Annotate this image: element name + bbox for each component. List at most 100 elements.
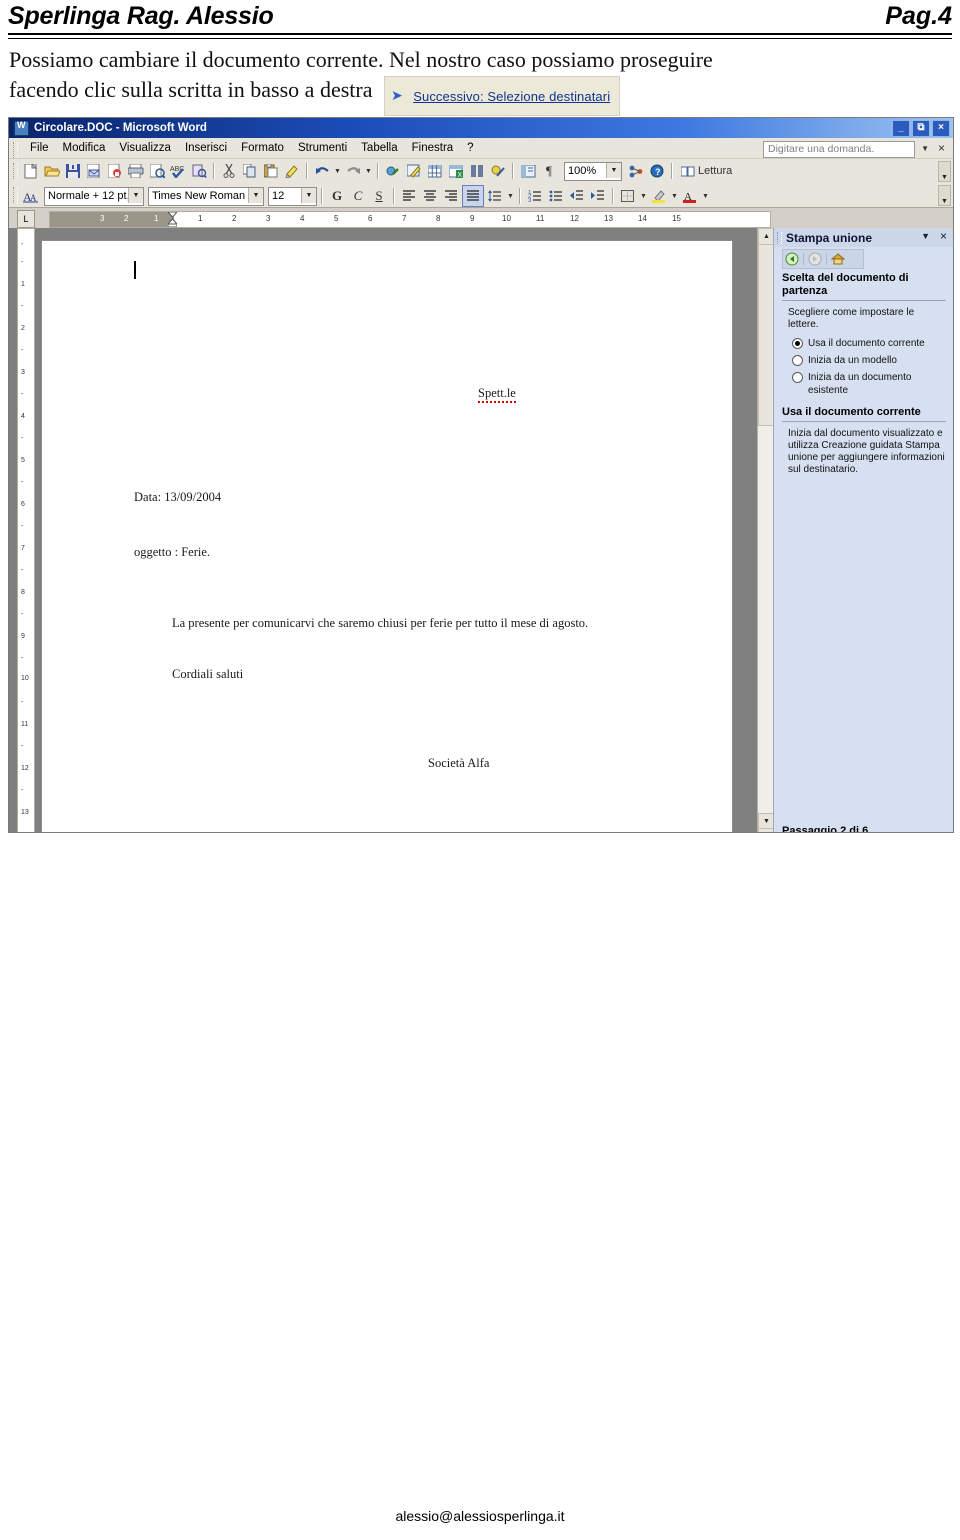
radio-option-current-document[interactable]: Usa il documento corrente: [792, 337, 946, 350]
numbered-list-icon[interactable]: 123: [525, 186, 545, 206]
menu-item-strumenti[interactable]: Strumenti: [291, 140, 354, 156]
decrease-indent-icon[interactable]: [567, 186, 587, 206]
document-canvas[interactable]: -- 1- 2- 3- 4- 5- 6- 7- 8- 9- 10- 11- 12…: [9, 228, 769, 832]
insert-table-icon[interactable]: [425, 161, 445, 181]
increase-indent-icon[interactable]: [588, 186, 608, 206]
help-icon[interactable]: ?: [647, 161, 667, 181]
highlight-color-icon[interactable]: [649, 186, 669, 206]
open-folder-icon[interactable]: [42, 161, 62, 181]
print-preview-icon[interactable]: [147, 161, 167, 181]
horizontal-ruler[interactable]: 3 2 1 12 34 56 78 9 10 11 12 13 14 15: [49, 211, 771, 228]
forward-arrow-icon[interactable]: [806, 251, 824, 267]
zoom-combobox[interactable]: 100% ▼: [564, 161, 622, 181]
restore-button[interactable]: ⧉: [912, 120, 930, 137]
share-workspace-icon[interactable]: [626, 161, 646, 181]
task-pane-grip[interactable]: [777, 232, 782, 244]
tables-borders-icon[interactable]: [404, 161, 424, 181]
show-formatting-icon[interactable]: ¶: [539, 161, 559, 181]
menu-grip[interactable]: [13, 142, 18, 158]
bold-button[interactable]: G: [327, 186, 347, 206]
line-spacing-icon[interactable]: [485, 186, 505, 206]
ruler-ticks: 3 2 1 12 34 56 78 9 10 11 12 13 14 15: [100, 214, 681, 223]
menu-item-formato[interactable]: Formato: [234, 140, 291, 156]
line-spacing-dropdown-arrow-icon[interactable]: ▼: [506, 193, 515, 200]
font-dropdown-arrow-icon[interactable]: ▼: [248, 187, 263, 203]
paste-icon[interactable]: [261, 161, 281, 181]
align-center-icon[interactable]: [420, 186, 440, 206]
ask-a-question-input[interactable]: Digitare una domanda.: [763, 141, 915, 158]
mail-recipient-icon[interactable]: [84, 161, 104, 181]
radio-unselected-icon[interactable]: [792, 372, 803, 383]
radio-selected-icon[interactable]: [792, 338, 803, 349]
font-color-icon[interactable]: A: [680, 186, 700, 206]
bulleted-list-icon[interactable]: [546, 186, 566, 206]
task-pane-close-button[interactable]: ×: [940, 229, 947, 243]
task-pane-dropdown-arrow-icon[interactable]: ▼: [921, 231, 930, 241]
undo-dropdown-arrow-icon[interactable]: ▼: [333, 168, 342, 175]
highlight-dropdown-arrow-icon[interactable]: ▼: [670, 193, 679, 200]
insert-hyperlink-icon[interactable]: [383, 161, 403, 181]
indent-marker[interactable]: [166, 212, 179, 227]
radio-unselected-icon[interactable]: [792, 355, 803, 366]
new-document-icon[interactable]: [21, 161, 41, 181]
print-icon[interactable]: [126, 161, 146, 181]
document-map-icon[interactable]: [518, 161, 538, 181]
cut-icon[interactable]: [219, 161, 239, 181]
font-size-combobox[interactable]: 12 ▼: [268, 186, 317, 206]
undo-icon[interactable]: [312, 161, 332, 181]
radio-option-existing-document[interactable]: Inizia da un documento esistente: [792, 371, 946, 397]
tab-stop-selector[interactable]: L: [17, 210, 35, 228]
close-button[interactable]: ×: [932, 120, 950, 137]
drawing-icon[interactable]: [488, 161, 508, 181]
menu-item-help[interactable]: ?: [460, 140, 480, 156]
reading-layout-button[interactable]: Lettura: [677, 161, 736, 181]
font-size-dropdown-arrow-icon[interactable]: ▼: [301, 187, 316, 203]
align-right-icon[interactable]: [441, 186, 461, 206]
font-combobox[interactable]: Times New Roman ▼: [148, 186, 264, 206]
copy-icon[interactable]: [240, 161, 260, 181]
formatting-toolbar-overflow-button[interactable]: ▼: [938, 185, 951, 206]
toolbar-overflow-button[interactable]: ▼: [938, 161, 951, 182]
menu-item-visualizza[interactable]: Visualizza: [112, 140, 178, 156]
italic-button[interactable]: C: [348, 186, 368, 206]
document-vertical-scrollbar[interactable]: ▲ ▼ ▲ ● ▼: [757, 228, 775, 832]
standard-toolbar-grip[interactable]: [13, 163, 18, 179]
columns-icon[interactable]: [467, 161, 487, 181]
menu-item-modifica[interactable]: Modifica: [56, 140, 113, 156]
underline-button[interactable]: S: [369, 186, 389, 206]
style-dropdown-arrow-icon[interactable]: ▼: [128, 187, 143, 203]
chevron-down-icon[interactable]: ▼: [921, 144, 929, 153]
document-page[interactable]: Spett.le Data: 13/09/2004 oggetto : Feri…: [41, 240, 733, 832]
minimize-button[interactable]: _: [892, 120, 910, 137]
font-size-value: 12: [272, 190, 285, 202]
menu-items: File Modifica Visualizza Inserisci Forma…: [23, 140, 481, 156]
borders-dropdown-arrow-icon[interactable]: ▼: [639, 193, 648, 200]
styles-formatting-icon[interactable]: AA: [21, 186, 41, 206]
menu-item-finestra[interactable]: Finestra: [405, 140, 461, 156]
formatting-toolbar-grip[interactable]: [13, 187, 18, 203]
close-document-button[interactable]: ×: [938, 141, 945, 155]
menu-item-inserisci[interactable]: Inserisci: [178, 140, 234, 156]
menu-item-file[interactable]: File: [23, 140, 56, 156]
align-left-icon[interactable]: [399, 186, 419, 206]
zoom-dropdown-arrow-icon[interactable]: ▼: [606, 162, 621, 178]
insert-excel-sheet-icon[interactable]: X: [446, 161, 466, 181]
redo-icon[interactable]: [343, 161, 363, 181]
font-color-dropdown-arrow-icon[interactable]: ▼: [701, 193, 710, 200]
borders-icon[interactable]: [618, 186, 638, 206]
text-cursor: [134, 261, 136, 279]
style-combobox[interactable]: Normale + 12 pt, ▼: [44, 186, 144, 206]
spelling-check-icon[interactable]: ABC: [168, 161, 188, 181]
save-icon[interactable]: [63, 161, 83, 181]
align-justify-icon[interactable]: [462, 185, 484, 207]
format-painter-icon[interactable]: [282, 161, 302, 181]
radio-option-template[interactable]: Inizia da un modello: [792, 354, 946, 367]
home-icon[interactable]: [829, 251, 847, 267]
redo-dropdown-arrow-icon[interactable]: ▼: [364, 168, 373, 175]
back-arrow-icon[interactable]: [783, 251, 801, 267]
menu-item-tabella[interactable]: Tabella: [354, 140, 404, 156]
research-icon[interactable]: [189, 161, 209, 181]
permission-icon[interactable]: [105, 161, 125, 181]
toolbar-separator: [393, 188, 395, 204]
vertical-ruler[interactable]: -- 1- 2- 3- 4- 5- 6- 7- 8- 9- 10- 11- 12…: [17, 228, 35, 832]
